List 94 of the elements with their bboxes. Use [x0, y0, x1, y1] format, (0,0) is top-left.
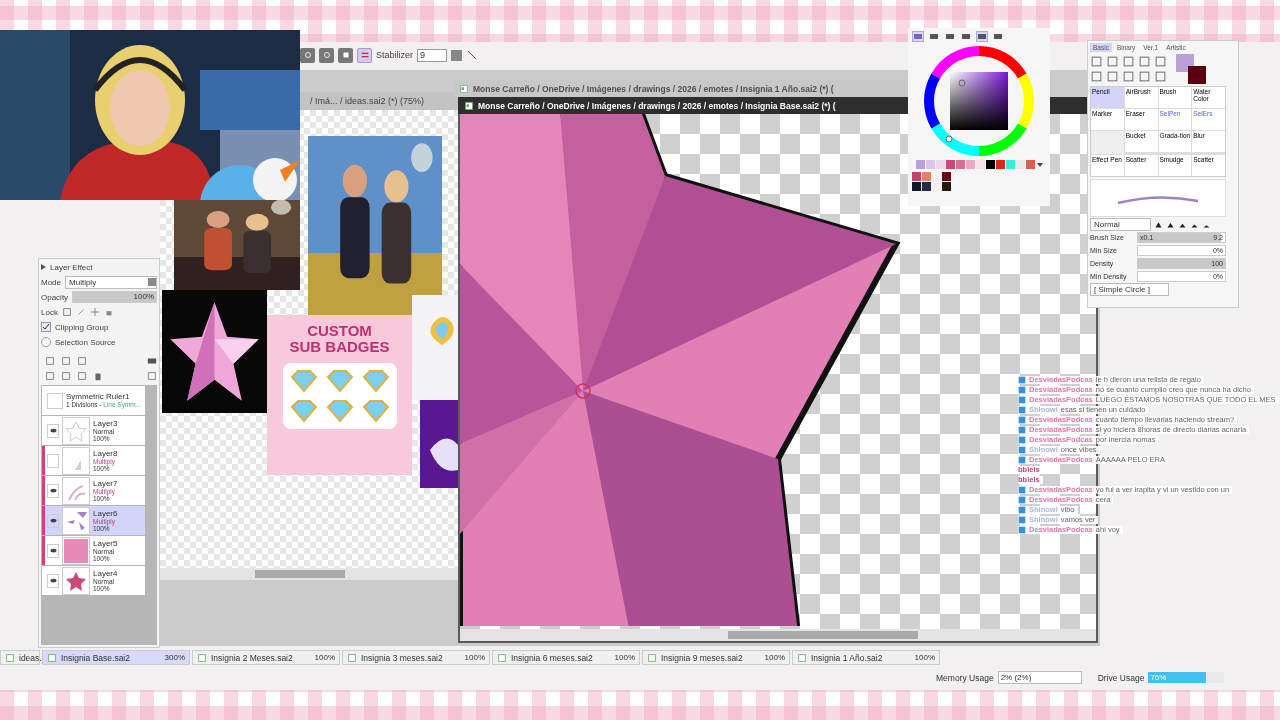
diamond-badge-icon — [288, 369, 319, 393]
file-tab[interactable]: Insignia 9 meses.sai2 100% — [642, 650, 790, 665]
color-wheel[interactable] — [923, 45, 1035, 157]
layer-name: Layer3 — [93, 419, 118, 428]
color-swatch[interactable] — [942, 182, 951, 191]
color-swatch[interactable] — [922, 172, 931, 181]
layer-name: Layer4 — [93, 569, 118, 578]
file-tab[interactable]: Insignia 2 Meses.sai2 100% — [192, 650, 340, 665]
color-swatch[interactable] — [942, 172, 951, 181]
color-swatch[interactable] — [935, 160, 945, 169]
color-mode-button[interactable] — [912, 31, 924, 42]
layer-thumbnail — [62, 476, 90, 505]
dropdown-arrow-icon[interactable] — [1036, 162, 1043, 167]
document-icon — [459, 83, 469, 94]
panel-title: Layer Effect — [50, 262, 93, 272]
color-mode-button[interactable] — [976, 31, 988, 42]
document-icon — [497, 652, 507, 663]
scrollbar-thumb[interactable] — [728, 631, 918, 639]
file-tab[interactable]: ideas. — [0, 650, 40, 665]
color-mode-button[interactable] — [944, 31, 956, 42]
badge-subtitle: SUB BADGES — [289, 339, 390, 355]
expand-arrow-icon[interactable] — [41, 264, 46, 270]
layer-name: Layer6 — [93, 509, 118, 518]
diamond-badge-icon — [324, 399, 355, 423]
checkbox[interactable] — [41, 322, 51, 332]
option-label: Clipping Group — [55, 322, 109, 332]
document-icon — [347, 652, 357, 663]
color-swatch[interactable] — [922, 182, 931, 191]
color-swatch[interactable] — [912, 172, 921, 181]
color-swatch[interactable] — [912, 182, 921, 191]
opacity-label: Opacity — [41, 292, 69, 302]
diamond-badge-icon — [360, 399, 391, 423]
layer-name: Layer7 — [93, 479, 118, 488]
memory-label: Memory Usage — [936, 672, 994, 683]
visibility-toggle[interactable] — [47, 453, 59, 468]
brush-cursor-icon — [575, 383, 591, 399]
option-label: Selection Source — [55, 337, 116, 347]
color-swatch[interactable] — [985, 160, 995, 169]
color-swatch[interactable] — [965, 160, 975, 169]
arrows-icon — [359, 50, 370, 60]
layer-name: Symmetric Ruler1 — [66, 393, 131, 401]
layer-name: Layer5 — [93, 539, 118, 548]
diamond-badge-icon — [324, 369, 355, 393]
file-tab[interactable]: Insignia Base.sai2 300% — [42, 650, 190, 665]
color-mode-button[interactable] — [992, 31, 1004, 42]
drive-label: Drive Usage — [1097, 672, 1145, 683]
diamond-badge-icon — [288, 399, 319, 423]
radio-button[interactable] — [41, 337, 51, 347]
document-icon — [5, 652, 15, 663]
trash-icon[interactable] — [93, 371, 103, 381]
brush-shape-dropdown[interactable]: [ Simple Circle ] — [1090, 283, 1169, 296]
file-tab[interactable]: Insignia 6 meses.sai2 100% — [492, 650, 640, 665]
line-tool-icon[interactable] — [466, 49, 478, 61]
document-icon — [647, 652, 657, 663]
layer-thumbnail — [62, 506, 90, 535]
layer-name: Layer8 — [93, 449, 118, 458]
file-tab[interactable]: Insignia 3 meses.sai2 100% — [342, 650, 490, 665]
color-swatch[interactable] — [1005, 160, 1015, 169]
color-swatch[interactable] — [975, 160, 985, 169]
color-swatch[interactable] — [995, 160, 1005, 169]
document-icon — [197, 652, 207, 663]
layer-thumbnail — [62, 566, 90, 595]
secondary-color-swatch[interactable] — [1188, 66, 1206, 84]
opacity-slider[interactable]: 100% — [72, 291, 157, 303]
color-swatch[interactable] — [925, 160, 935, 169]
brush-blend-dropdown[interactable]: Normal — [1090, 218, 1151, 231]
layer-thumbnail — [62, 536, 90, 565]
color-mode-button[interactable] — [960, 31, 972, 42]
color-swatch[interactable] — [932, 182, 941, 191]
color-swatch[interactable] — [1015, 160, 1025, 169]
color-swatch[interactable] — [945, 160, 955, 169]
memory-field: 2% (2%) — [997, 671, 1082, 684]
layer-thumbnail — [62, 446, 90, 475]
color-mode-button[interactable] — [928, 31, 940, 42]
color-swatch[interactable] — [1025, 160, 1035, 169]
document-icon — [797, 652, 807, 663]
drive-usage-value: 76% — [1149, 673, 1167, 682]
mode-label: Mode — [41, 277, 61, 287]
dropdown-button[interactable] — [451, 49, 462, 61]
blend-mode-dropdown[interactable]: Multiply — [65, 275, 157, 289]
badge-title: CUSTOM — [307, 323, 372, 339]
lock-label: Lock — [41, 307, 58, 317]
document-icon — [464, 100, 474, 111]
file-tab[interactable]: Insignia 1 Año.sai2 100% — [792, 650, 940, 665]
color-swatch[interactable] — [932, 172, 941, 181]
stabilizer-label: Stabilizer — [376, 50, 413, 60]
layer-thumbnail — [62, 416, 90, 445]
color-swatch[interactable] — [955, 160, 965, 169]
option-row[interactable]: Clipping Group — [41, 321, 157, 333]
diamond-badge-icon — [360, 369, 391, 393]
scrollbar-thumb[interactable] — [255, 570, 345, 578]
option-row[interactable]: Selection Source — [41, 336, 157, 348]
document-icon — [47, 652, 57, 663]
color-swatch[interactable] — [915, 160, 925, 169]
